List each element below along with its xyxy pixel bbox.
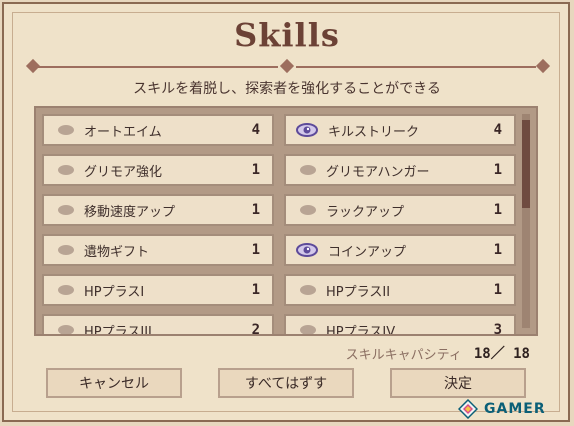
skill-item[interactable]: ラックアップ 1 bbox=[284, 194, 516, 226]
skill-cost: 1 bbox=[493, 282, 502, 298]
skill-name: 遺物ギフト bbox=[84, 244, 150, 260]
blank-dot-icon bbox=[58, 325, 74, 334]
skill-name: HPプラスI bbox=[84, 284, 145, 300]
skill-name: オートエイム bbox=[84, 124, 162, 140]
skill-item[interactable]: グリモアハンガー 1 bbox=[284, 154, 516, 186]
skill-item[interactable]: オートエイム 4 bbox=[42, 114, 274, 146]
blank-dot-icon bbox=[58, 165, 74, 175]
gamer-logo-icon bbox=[458, 399, 478, 419]
skill-name: HPプラスIII bbox=[84, 324, 152, 336]
skill-item[interactable]: キルストリーク 4 bbox=[284, 114, 516, 146]
skill-name: コインアップ bbox=[328, 244, 407, 260]
skill-name: HPプラスII bbox=[326, 284, 391, 300]
eye-icon bbox=[296, 123, 318, 137]
scrollbar-thumb[interactable] bbox=[522, 120, 530, 208]
skill-cost: 1 bbox=[251, 162, 260, 178]
blank-dot-icon bbox=[58, 285, 74, 295]
blank-dot-icon bbox=[300, 205, 316, 215]
skill-cost: 1 bbox=[493, 242, 502, 258]
divider-left bbox=[38, 66, 278, 68]
skill-name: グリモアハンガー bbox=[326, 164, 430, 180]
skill-cost: 1 bbox=[251, 242, 260, 258]
skill-name: 移動速度アップ bbox=[84, 204, 176, 220]
blank-dot-icon bbox=[300, 325, 316, 334]
subtitle: スキルを着脱し、探索者を強化することができる bbox=[133, 81, 441, 97]
capacity-label: スキルキャパシティ bbox=[345, 347, 462, 363]
skill-item[interactable]: HPプラスIII 2 bbox=[42, 314, 274, 336]
blank-dot-icon bbox=[300, 165, 316, 175]
skill-item[interactable]: HPプラスII 1 bbox=[284, 274, 516, 306]
skill-item[interactable]: HPプラスI 1 bbox=[42, 274, 274, 306]
blank-dot-icon bbox=[300, 285, 316, 295]
skill-cost: 1 bbox=[251, 282, 260, 298]
skill-item[interactable]: グリモア強化 1 bbox=[42, 154, 274, 186]
skill-cost: 3 bbox=[493, 322, 502, 336]
skill-name: HPプラスIV bbox=[326, 324, 396, 336]
skill-name: ラックアップ bbox=[326, 204, 405, 220]
skill-item[interactable]: 移動速度アップ 1 bbox=[42, 194, 274, 226]
divider-right bbox=[296, 66, 536, 68]
blank-dot-icon bbox=[58, 245, 74, 255]
skill-list-panel: オートエイム 4 キルストリーク 4 グリモア強化 1 グリモアハンガー 1 移動速度ア… bbox=[34, 106, 538, 336]
skill-grid: オートエイム 4 キルストリーク 4 グリモア強化 1 グリモアハンガー 1 移動速度ア… bbox=[42, 114, 518, 336]
blank-dot-icon bbox=[58, 205, 74, 215]
skill-name: グリモア強化 bbox=[84, 164, 163, 180]
skill-item[interactable]: HPプラスIV 3 bbox=[284, 314, 516, 336]
skill-capacity: スキルキャパシティ 18／ 18 bbox=[300, 344, 530, 363]
unequip-all-button[interactable]: すべてはずす bbox=[218, 368, 354, 398]
skill-cost: 4 bbox=[493, 122, 502, 138]
skill-name: キルストリーク bbox=[328, 124, 420, 140]
skill-cost: 4 bbox=[251, 122, 260, 138]
watermark-text: GAMER bbox=[484, 401, 546, 417]
skill-cost: 1 bbox=[493, 202, 502, 218]
confirm-button[interactable]: 決定 bbox=[390, 368, 526, 398]
skill-item[interactable]: 遺物ギフト 1 bbox=[42, 234, 274, 266]
skill-cost: 1 bbox=[493, 162, 502, 178]
blank-dot-icon bbox=[58, 125, 74, 135]
skill-item[interactable]: コインアップ 1 bbox=[284, 234, 516, 266]
scrollbar-track[interactable] bbox=[522, 114, 530, 328]
skill-cost: 2 bbox=[251, 322, 260, 336]
watermark: GAMER bbox=[458, 398, 546, 420]
skill-cost: 1 bbox=[251, 202, 260, 218]
page-title: Skills bbox=[234, 16, 340, 54]
eye-icon bbox=[296, 243, 318, 257]
capacity-value: 18／ 18 bbox=[473, 346, 530, 362]
cancel-button[interactable]: キャンセル bbox=[46, 368, 182, 398]
